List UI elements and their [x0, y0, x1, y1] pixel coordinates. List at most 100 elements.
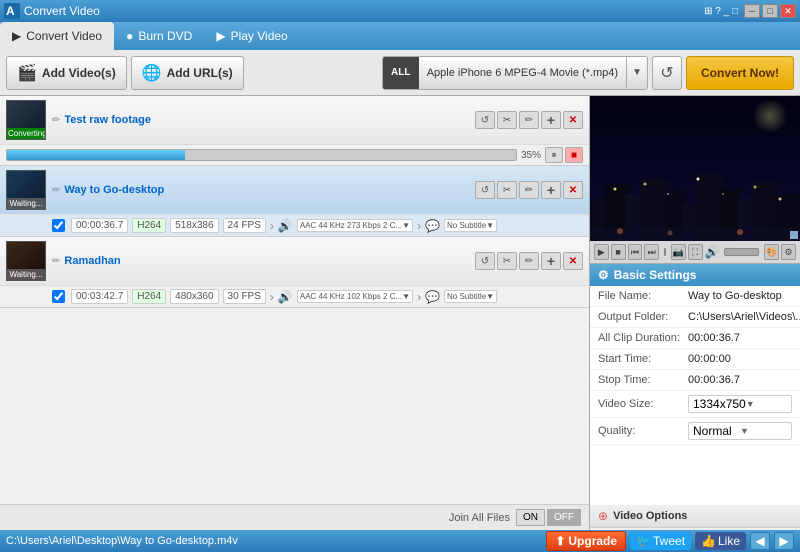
file-cut-1[interactable]: ✂ — [497, 111, 517, 129]
file-edit-2[interactable]: ✏ — [519, 181, 539, 199]
progress-bg-1 — [6, 149, 517, 161]
add-url-label: Add URL(s) — [167, 66, 233, 80]
maximize-button[interactable]: □ — [762, 4, 778, 18]
convert-tab-icon: ▶ — [12, 29, 21, 43]
preview-progress-slider[interactable] — [664, 248, 666, 256]
audio-options-section[interactable]: ⊕ Audio Options — [590, 528, 800, 530]
stop-label: Stop Time: — [598, 374, 688, 386]
edit-icon-1: ✏ — [52, 115, 60, 126]
duration-label: All Clip Duration: — [598, 332, 688, 344]
settings-header-icon: ⚙ — [598, 268, 609, 282]
refresh-button[interactable]: ↺ — [652, 56, 682, 90]
quality-dropdown[interactable]: Normal ▼ — [688, 422, 792, 440]
nav-back-button[interactable]: ◀ — [750, 532, 770, 550]
file-name-2: Way to Go-desktop — [64, 184, 475, 196]
volume-slider[interactable] — [724, 248, 759, 256]
file-close-1[interactable]: ✕ — [563, 111, 583, 129]
like-button[interactable]: 👍 Like — [695, 532, 746, 550]
file-thumb-2: Waiting... — [6, 170, 46, 210]
file-checkbox-2[interactable] — [52, 219, 65, 232]
file-actions-1: ↺ ✂ ✏ + ✕ — [475, 111, 583, 129]
subtitle-dropdown-3[interactable]: No Subtitle ▼ — [444, 290, 497, 303]
file-add-2[interactable]: + — [541, 181, 561, 199]
preview-next-btn[interactable]: ⏭ — [644, 244, 659, 260]
like-label: Like — [718, 534, 740, 548]
convert-now-button[interactable]: Convert Now! — [686, 56, 794, 90]
file-edit-1[interactable]: ✏ — [519, 111, 539, 129]
resolution-chip-2: 518x386 — [170, 218, 218, 233]
preview-color-btn[interactable]: 🎨 — [764, 244, 779, 260]
file-checkbox-3[interactable] — [52, 290, 65, 303]
window-title: Convert Video — [24, 4, 100, 18]
stop-btn-1[interactable]: ■ — [565, 147, 583, 163]
preview-stop-btn[interactable]: ■ — [611, 244, 626, 260]
join-on-btn[interactable]: ON — [516, 509, 545, 526]
file-details-2: 00:00:36.7 H264 518x386 24 FPS › 🔊 AAC 4… — [0, 215, 589, 236]
audio-dropdown-3[interactable]: AAC 44 KHz 102 Kbps 2 C... ▼ — [297, 290, 413, 303]
preview-settings-btn[interactable]: ⚙ — [781, 244, 796, 260]
status-path: C:\Users\Ariel\Desktop\Way to Go-desktop… — [6, 535, 540, 547]
settings-folder-row: Output Folder: C:\Users\Ariel\Videos\... — [590, 307, 800, 328]
file-add-1[interactable]: + — [541, 111, 561, 129]
subtitle-dropdown-2[interactable]: No Subtitle ▼ — [444, 219, 497, 232]
settings-quality-row: Quality: Normal ▼ — [590, 418, 800, 445]
video-options-label: Video Options — [613, 510, 792, 522]
resize-handle[interactable] — [790, 231, 798, 239]
filename-label: File Name: — [598, 290, 688, 302]
tab-convert[interactable]: ▶ Convert Video — [0, 22, 114, 50]
size-dropdown[interactable]: 1334x750 ▼ — [688, 395, 792, 413]
preview-screenshot-btn[interactable]: 📷 — [671, 244, 686, 260]
file-close-2[interactable]: ✕ — [563, 181, 583, 199]
toolbar-icons[interactable]: ⊞ ? _ □ — [704, 6, 738, 17]
upgrade-label: Upgrade — [568, 534, 617, 548]
status-right: ⬆ Upgrade 🐦 Tweet 👍 Like ◀ ▶ — [546, 531, 794, 551]
file-refresh-1[interactable]: ↺ — [475, 111, 495, 129]
progress-controls-1: ⏸ ■ — [545, 147, 583, 163]
preview-prev-btn[interactable]: ⏮ — [628, 244, 643, 260]
file-name-3: Ramadhan — [64, 255, 475, 267]
duration-chip-3: 00:03:42.7 — [71, 289, 128, 304]
file-refresh-3[interactable]: ↺ — [475, 252, 495, 270]
quality-value: Normal — [693, 424, 740, 438]
settings-panel: ⚙ Basic Settings File Name: Way to Go-de… — [590, 264, 800, 530]
nav-forward-button[interactable]: ▶ — [774, 532, 794, 550]
filename-value: Way to Go-desktop — [688, 290, 792, 302]
minimize-button[interactable]: ─ — [744, 4, 760, 18]
preview-play-btn[interactable]: ▶ — [594, 244, 609, 260]
progress-row-1: 35% ⏸ ■ — [0, 145, 589, 165]
twitter-button[interactable]: 🐦 Tweet — [630, 532, 691, 550]
file-close-3[interactable]: ✕ — [563, 252, 583, 270]
folder-value: C:\Users\Ariel\Videos\... — [688, 311, 800, 323]
file-cut-3[interactable]: ✂ — [497, 252, 517, 270]
join-off-btn[interactable]: OFF — [547, 509, 581, 526]
size-value: 1334x750 — [693, 397, 746, 411]
settings-stop-row: Stop Time: 00:00:36.7 — [590, 370, 800, 391]
tab-play[interactable]: ▶ Play Video — [204, 22, 299, 50]
close-button[interactable]: ✕ — [780, 4, 796, 18]
upgrade-button[interactable]: ⬆ Upgrade — [546, 531, 626, 551]
progress-percent-1: 35% — [521, 150, 541, 161]
file-edit-3[interactable]: ✏ — [519, 252, 539, 270]
file-refresh-2[interactable]: ↺ — [475, 181, 495, 199]
settings-filename-row: File Name: Way to Go-desktop — [590, 286, 800, 307]
volume-icon-3: 🔊 — [278, 290, 293, 304]
settings-duration-row: All Clip Duration: 00:00:36.7 — [590, 328, 800, 349]
file-add-3[interactable]: + — [541, 252, 561, 270]
add-url-button[interactable]: 🌐 Add URL(s) — [131, 56, 244, 90]
status-bar: C:\Users\Ariel\Desktop\Way to Go-desktop… — [0, 530, 800, 552]
file-cut-2[interactable]: ✂ — [497, 181, 517, 199]
pause-btn-1[interactable]: ⏸ — [545, 147, 563, 163]
video-options-section[interactable]: ⊕ Video Options — [590, 505, 800, 528]
format-dropdown-arrow[interactable]: ▼ — [626, 57, 647, 89]
format-selector[interactable]: ALL Apple iPhone 6 MPEG-4 Movie (*.mp4) … — [382, 56, 648, 90]
progress-fill-1 — [7, 150, 185, 160]
tab-burn[interactable]: ● Burn DVD — [114, 22, 204, 50]
add-videos-button[interactable]: 🎬 Add Video(s) — [6, 56, 127, 90]
upgrade-icon: ⬆ — [555, 534, 565, 548]
tab-bar: ▶ Convert Video ● Burn DVD ▶ Play Video — [0, 22, 800, 50]
audio-dropdown-2[interactable]: AAC 44 KHz 273 Kbps 2 C... ▼ — [297, 219, 413, 232]
file-thumb-1: Converting — [6, 100, 46, 140]
preview-fullscreen-btn[interactable]: ⛶ — [688, 244, 703, 260]
tab-convert-label: Convert Video — [26, 29, 102, 43]
status-waiting-3: Waiting... — [7, 269, 45, 280]
